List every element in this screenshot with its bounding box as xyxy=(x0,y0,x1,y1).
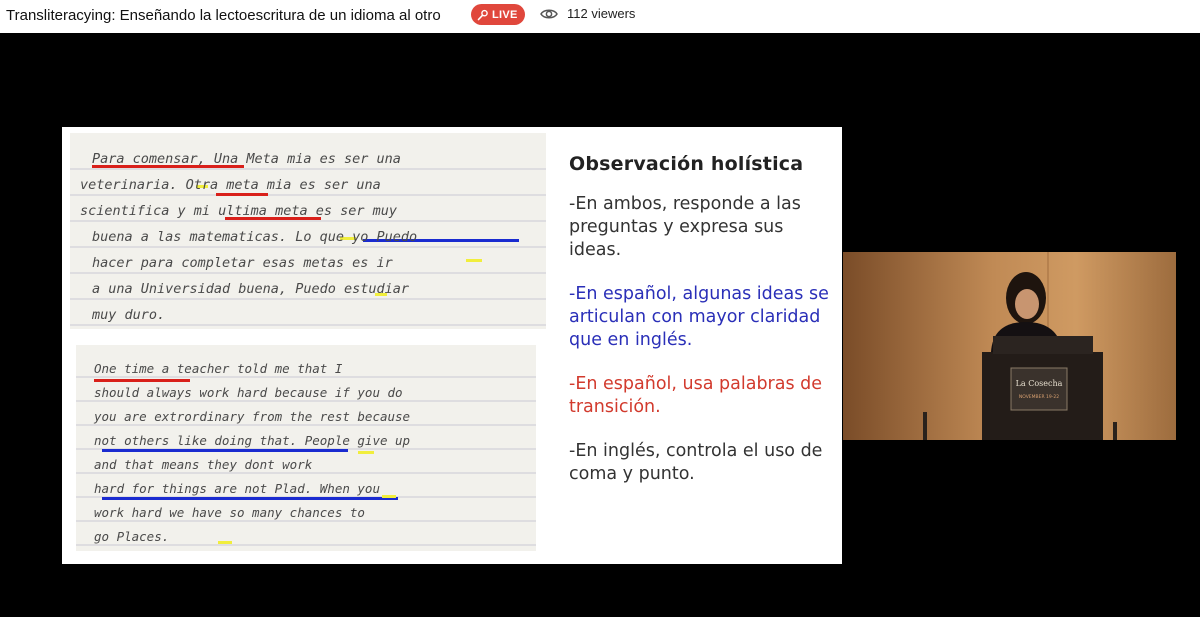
slide-text-panel: Observación holística -En ambos, respond… xyxy=(569,153,829,507)
slide-point: -En español, algunas ideas se articulan … xyxy=(569,284,829,350)
spanish-writing-image: Para comensar, Una Meta mia es ser una v… xyxy=(70,151,546,326)
english-line: not others like doing that. People give … xyxy=(94,433,410,448)
spanish-line: Para comensar, Una Meta mia es ser una xyxy=(92,151,401,167)
spanish-line: buena a las matematicas. Lo que yo Puedo xyxy=(92,229,417,245)
english-line: and that means they dont work xyxy=(94,457,313,472)
stream-title: Transliteracying: Enseñando la lectoescr… xyxy=(6,7,441,24)
video-player[interactable]: Para comensar, Una Meta mia es ser una v… xyxy=(0,33,1200,617)
spanish-line: muy duro. xyxy=(91,307,165,323)
viewer-count: 112 viewers xyxy=(540,6,635,21)
english-line: you are extrordinary from the rest becau… xyxy=(93,409,410,424)
english-line: work hard we have so many chances to xyxy=(94,505,365,520)
english-line: should always work hard because if you d… xyxy=(94,385,403,400)
podium-logo-subtext: NOVEMBER 19-22 xyxy=(1019,394,1059,400)
viewers-text: 112 viewers xyxy=(567,6,636,21)
slide-point: -En inglés, controla el uso de coma y pu… xyxy=(569,441,823,484)
english-writing-sample: One time a teacher told me that I should… xyxy=(76,345,536,551)
podium-logo-text: La Cosecha xyxy=(1016,379,1063,388)
english-line: go Places. xyxy=(94,529,169,544)
speaker-camera: La Cosecha NOVEMBER 19-22 xyxy=(843,252,1176,440)
presentation-slide: Para comensar, Una Meta mia es ser una v… xyxy=(62,127,842,564)
english-writing-image: One time a teacher told me that I should… xyxy=(76,361,536,546)
live-badge: LIVE xyxy=(471,4,525,25)
slide-point: -En español, usa palabras de transición. xyxy=(569,374,823,417)
slide-point: -En ambos, responde a las preguntas y ex… xyxy=(569,194,801,260)
stream-header: Transliteracying: Enseñando la lectoescr… xyxy=(0,0,1200,33)
slide-title: Observación holística xyxy=(569,153,804,175)
english-line: One time a teacher told me that I xyxy=(94,361,343,376)
eye-icon xyxy=(540,9,558,18)
spanish-line: hacer para completar esas metas es ir xyxy=(92,255,394,271)
english-line: hard for things are not Plad. When you xyxy=(94,481,380,496)
live-label: LIVE xyxy=(492,8,518,21)
spanish-writing-sample: Para comensar, Una Meta mia es ser una v… xyxy=(70,133,546,329)
spanish-line: scientifica y mi ultima meta es ser muy xyxy=(80,203,398,219)
speaker-scene: La Cosecha NOVEMBER 19-22 xyxy=(843,252,1176,440)
spanish-line: a una Universidad buena, Puedo estudiar xyxy=(92,281,410,297)
spanish-line: veterinaria. Otra meta mia es ser una xyxy=(80,177,381,193)
microphone-icon xyxy=(477,9,488,20)
